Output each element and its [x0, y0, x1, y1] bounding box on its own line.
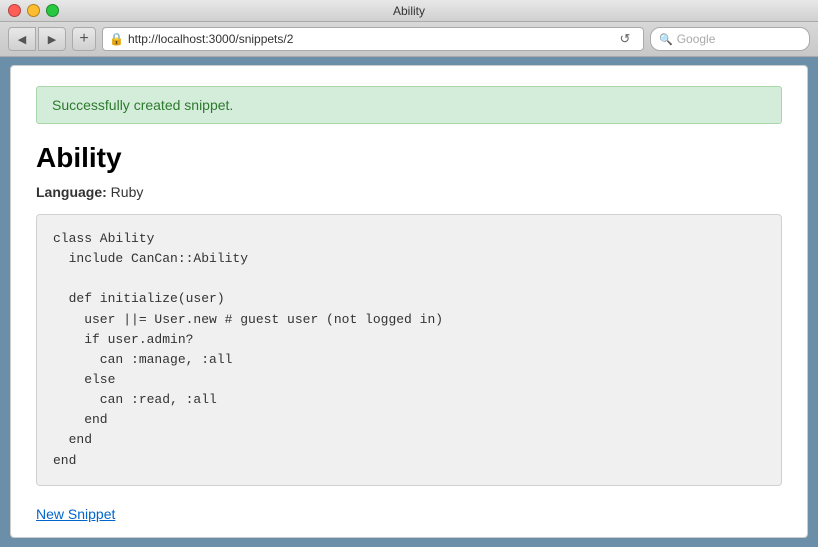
code-content: class Ability include CanCan::Ability de…	[53, 229, 765, 471]
address-bar[interactable]: 🔒 http://localhost:3000/snippets/2 ↺	[102, 27, 644, 51]
search-bar[interactable]: 🔍 Google	[650, 27, 810, 51]
back-icon: ◀	[18, 33, 26, 46]
page-wrapper: Successfully created snippet. Ability La…	[10, 65, 808, 538]
security-icon: 🔒	[109, 32, 124, 46]
code-block: class Ability include CanCan::Ability de…	[36, 214, 782, 486]
url-display: http://localhost:3000/snippets/2	[128, 32, 609, 46]
language-line: Language: Ruby	[36, 184, 782, 200]
language-value: Ruby	[111, 184, 144, 200]
flash-message: Successfully created snippet.	[36, 86, 782, 124]
new-snippet-link[interactable]: New Snippet	[36, 506, 115, 522]
maximize-button[interactable]	[46, 4, 59, 17]
back-button[interactable]: ◀	[8, 27, 36, 51]
window-controls[interactable]	[8, 4, 59, 17]
title-bar: Ability	[0, 0, 818, 22]
window-title: Ability	[393, 4, 425, 18]
reload-button[interactable]: ↺	[613, 27, 637, 51]
minimize-button[interactable]	[27, 4, 40, 17]
snippet-title: Ability	[36, 142, 782, 174]
language-label: Language:	[36, 184, 107, 200]
search-icon: 🔍	[659, 33, 673, 46]
close-button[interactable]	[8, 4, 21, 17]
add-tab-button[interactable]: +	[72, 27, 96, 51]
browser-toolbar: ◀ ▶ + 🔒 http://localhost:3000/snippets/2…	[0, 22, 818, 57]
forward-icon: ▶	[48, 33, 56, 46]
nav-buttons: ◀ ▶	[8, 27, 66, 51]
flash-text: Successfully created snippet.	[52, 97, 233, 113]
browser-viewport: Successfully created snippet. Ability La…	[0, 57, 818, 546]
search-placeholder: Google	[677, 32, 716, 46]
forward-button[interactable]: ▶	[38, 27, 66, 51]
plus-icon: +	[79, 30, 88, 48]
